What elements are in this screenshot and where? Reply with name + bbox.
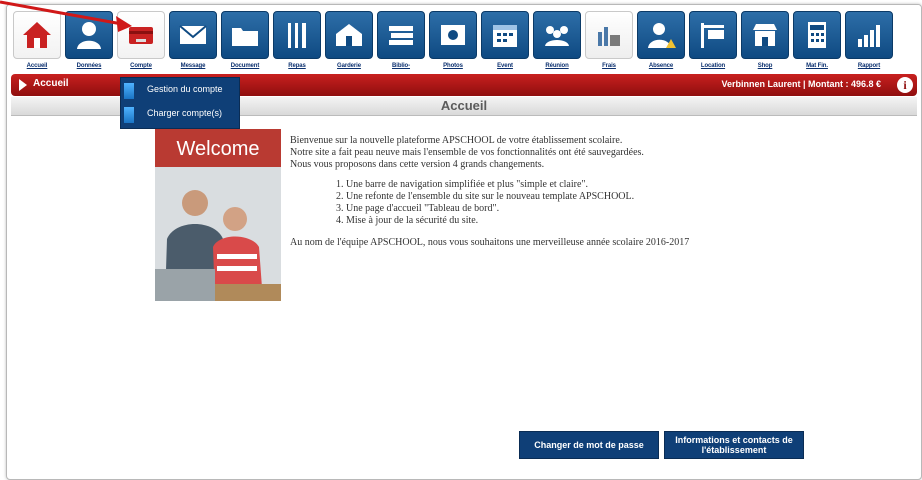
meeting-icon-graphic xyxy=(545,26,569,46)
meeting-icon xyxy=(533,11,581,59)
toolbar-item-photos[interactable]: Photos xyxy=(429,11,477,69)
absence-icon xyxy=(637,11,685,59)
welcome-image: Welcome xyxy=(155,129,281,301)
list-item: Une refonte de l'ensemble du site sur le… xyxy=(346,191,850,203)
intro-text: Bienvenue sur la nouvelle plateforme APS… xyxy=(290,135,850,249)
envelope-icon-graphic xyxy=(179,25,207,44)
toolbar-label: Shop xyxy=(757,63,773,69)
absence-icon-graphic xyxy=(648,23,676,48)
chart-icon xyxy=(845,11,893,59)
toolbar-label: Absence xyxy=(648,63,674,69)
toolbar-item-shop[interactable]: Shop xyxy=(741,11,789,69)
list-item: Mise à jour de la sécurité du site. xyxy=(346,215,850,227)
toolbar-item-absence[interactable]: Absence xyxy=(637,11,685,69)
list-item: Une barre de navigation simplifiée et pl… xyxy=(346,179,850,191)
intro-paragraph: Bienvenue sur la nouvelle plateforme APS… xyxy=(290,135,623,146)
toolbar-item-mat-fin[interactable]: Mat Fin. xyxy=(793,11,841,69)
house-care-icon xyxy=(325,11,373,59)
books-icon xyxy=(377,11,425,59)
shop-icon-graphic xyxy=(753,24,777,46)
change-password-button[interactable]: Changer de mot de passe xyxy=(519,431,659,459)
toolbar-item-location[interactable]: Location xyxy=(689,11,737,69)
envelope-icon xyxy=(169,11,217,59)
fees-icon-graphic xyxy=(598,27,620,46)
info-icon[interactable]: i xyxy=(897,77,913,93)
breadcrumb[interactable]: Accueil xyxy=(33,78,69,89)
menu-item-label: Gestion du compte xyxy=(147,84,223,94)
toolbar-item-repas[interactable]: Repas xyxy=(273,11,321,69)
intro-paragraph: Nous vous proposons dans cette version 4… xyxy=(290,159,545,170)
shop-icon xyxy=(741,11,789,59)
menu-item-label: Charger compte(s) xyxy=(147,108,223,118)
toolbar-label: Réunion xyxy=(545,63,569,69)
calendar-icon-graphic xyxy=(493,25,517,47)
toolbar-label: Frais xyxy=(602,63,616,69)
books-icon-graphic xyxy=(389,26,413,45)
menu-item-gestion-compte[interactable]: Gestion du compte xyxy=(121,79,239,103)
toolbar-label: Mat Fin. xyxy=(806,63,828,69)
menu-marker-icon xyxy=(124,107,134,123)
toolbar-item-frais[interactable]: Frais xyxy=(585,11,633,69)
toolbar-item-reunion[interactable]: Réunion xyxy=(533,11,581,69)
annotation-arrow-icon xyxy=(0,0,132,32)
for-rent-icon-graphic xyxy=(701,23,724,48)
calculator-icon xyxy=(793,11,841,59)
toolbar-label: Données xyxy=(76,63,102,69)
user-balance-info: Verbinnen Laurent | Montant : 496.8 € xyxy=(721,79,881,89)
toolbar-label: Biblio- xyxy=(392,63,410,69)
photos-icon-graphic xyxy=(441,25,465,45)
menu-item-charger-compte[interactable]: Charger compte(s) xyxy=(121,103,239,127)
app-window: Accueil Données Compte Message Document xyxy=(6,4,922,480)
fees-icon xyxy=(585,11,633,59)
toolbar-label: Document xyxy=(230,63,260,69)
toolbar-label: Garderie xyxy=(337,63,361,69)
toolbar-item-event[interactable]: Event xyxy=(481,11,529,69)
photos-icon xyxy=(429,11,477,59)
toolbar-item-document[interactable]: Document xyxy=(221,11,269,69)
play-arrow-icon xyxy=(19,79,27,91)
toolbar-item-garderie[interactable]: Garderie xyxy=(325,11,373,69)
calculator-icon-graphic xyxy=(808,22,826,48)
toolbar-label: Event xyxy=(497,63,513,69)
cutlery-icon-graphic xyxy=(288,23,306,48)
toolbar-item-message[interactable]: Message xyxy=(169,11,217,69)
chart-icon-graphic xyxy=(858,25,880,47)
welcome-photo xyxy=(155,167,281,301)
menu-marker-icon xyxy=(124,83,134,99)
toolbar-label: Rapport xyxy=(857,63,881,69)
changes-list: Une barre de navigation simplifiée et pl… xyxy=(346,179,850,227)
toolbar-label: Compte xyxy=(130,63,152,69)
toolbar-label: Message xyxy=(180,63,206,69)
info-contacts-button[interactable]: Informations et contacts de l'établissem… xyxy=(664,431,804,459)
calendar-icon xyxy=(481,11,529,59)
compte-dropdown-menu: Gestion du compte Charger compte(s) xyxy=(120,77,240,129)
toolbar-item-biblio[interactable]: Biblio- xyxy=(377,11,425,69)
toolbar-label: Location xyxy=(700,63,726,69)
folder-icon xyxy=(221,11,269,59)
house-care-icon-graphic xyxy=(336,24,362,46)
toolbar-label: Photos xyxy=(443,63,463,69)
intro-paragraph: Notre site a fait peau neuve mais l'ense… xyxy=(290,147,644,158)
list-item: Une page d'accueil "Tableau de bord". xyxy=(346,203,850,215)
for-rent-icon xyxy=(689,11,737,59)
cutlery-icon xyxy=(273,11,321,59)
folder-icon-graphic xyxy=(232,28,258,46)
toolbar-item-rapport[interactable]: Rapport xyxy=(845,11,893,69)
toolbar-label: Repas xyxy=(288,63,306,69)
closing-paragraph: Au nom de l'équipe APSCHOOL, nous vous s… xyxy=(290,237,690,248)
toolbar-label: Accueil xyxy=(26,63,48,69)
